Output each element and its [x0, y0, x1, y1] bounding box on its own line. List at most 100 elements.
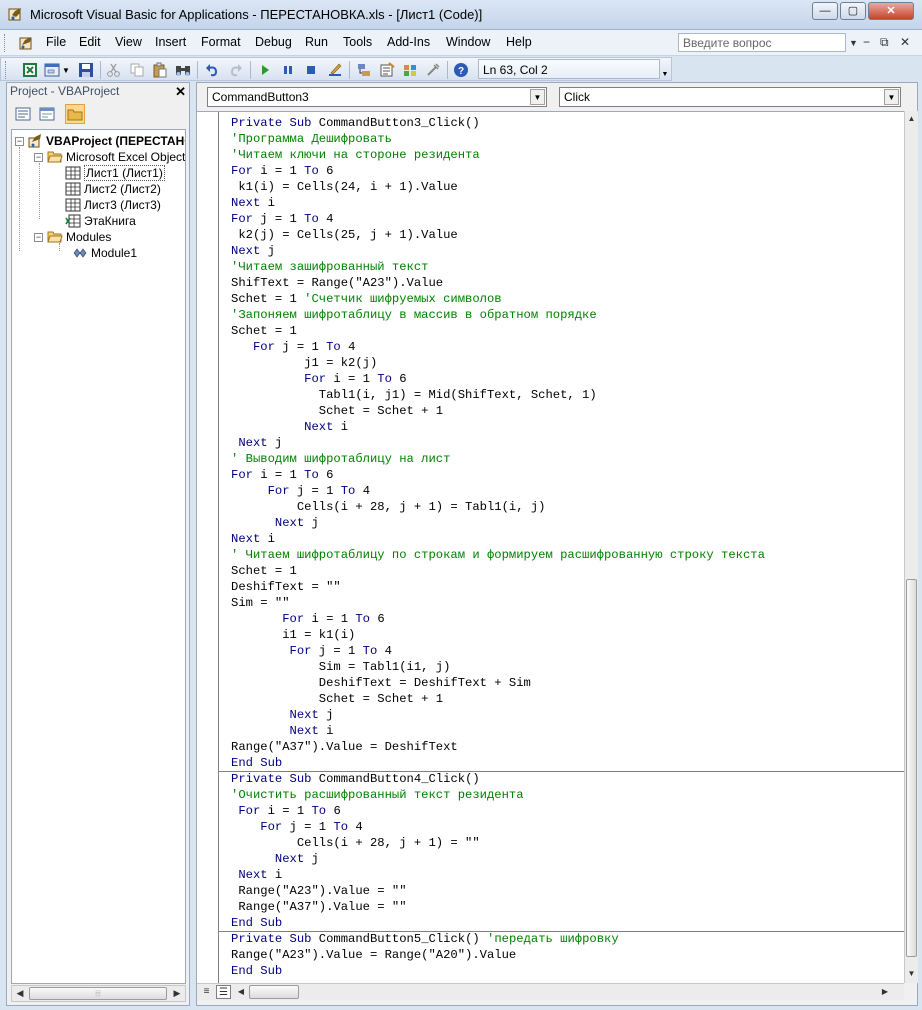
mdi-close-button[interactable]: ✕	[900, 35, 910, 49]
code-line[interactable]: Next i	[231, 195, 275, 211]
scroll-left-arrow[interactable]: ◀	[234, 985, 248, 999]
copy-icon[interactable]	[128, 61, 146, 79]
save-icon[interactable]	[77, 61, 95, 79]
code-line[interactable]: For i = 1 To 6	[231, 467, 333, 483]
code-line[interactable]: DeshifText = DeshifText + Sim	[231, 675, 531, 691]
tree-node-excel-objects[interactable]: Microsoft Excel Objects	[47, 149, 185, 165]
code-line[interactable]: End Sub	[231, 963, 282, 979]
minimize-button[interactable]: —	[812, 2, 838, 20]
code-line[interactable]: Next j	[231, 707, 334, 723]
code-line[interactable]: Schet = 1	[231, 563, 297, 579]
code-line[interactable]: For i = 1 To 6	[231, 371, 406, 387]
code-line[interactable]: Next i	[231, 867, 282, 883]
code-vertical-scrollbar[interactable]: ▲ ▼	[904, 111, 918, 983]
code-line[interactable]: Range("A37").Value = ""	[231, 899, 406, 915]
code-line[interactable]: End Sub	[231, 755, 282, 771]
menu-tools[interactable]: Tools	[343, 35, 372, 49]
insert-userform-icon[interactable]	[43, 61, 61, 79]
menu-view[interactable]: View	[115, 35, 142, 49]
code-line[interactable]: Next j	[231, 851, 319, 867]
code-line[interactable]: Schet = 1 'Счетчик шифруемых символов	[231, 291, 502, 307]
tree-node-sheet1[interactable]: Лист1 (Лист1)	[65, 165, 165, 181]
toggle-folders-icon[interactable]	[65, 104, 85, 124]
undo-icon[interactable]	[203, 61, 221, 79]
code-line[interactable]: Schet = Schet + 1	[231, 691, 443, 707]
menubar-grip[interactable]	[4, 34, 7, 52]
code-line[interactable]: Sim = ""	[231, 595, 290, 611]
code-line[interactable]: 'Читаем зашифрованный текст	[231, 259, 428, 275]
menu-addins[interactable]: Add-Ins	[387, 35, 430, 49]
ask-dropdown-arrow[interactable]: ▼	[849, 38, 858, 48]
toolbar-grip[interactable]	[5, 61, 8, 79]
code-line[interactable]: 'Читаем ключи на стороне резидента	[231, 147, 480, 163]
code-line[interactable]: Next j	[231, 515, 319, 531]
scroll-down-arrow[interactable]: ▼	[905, 967, 918, 981]
reset-icon[interactable]	[302, 61, 320, 79]
code-line[interactable]: Next j	[231, 435, 282, 451]
cut-icon[interactable]	[105, 61, 123, 79]
code-line[interactable]: Schet = Schet + 1	[231, 403, 443, 419]
tree-node-module1[interactable]: Module1	[72, 245, 137, 261]
code-line[interactable]: k2(j) = Cells(25, j + 1).Value	[231, 227, 457, 243]
vba-menu-icon[interactable]	[18, 35, 34, 54]
code-line[interactable]: Private Sub CommandButton3_Click()	[231, 115, 480, 131]
code-line[interactable]: For i = 1 To 6	[231, 803, 340, 819]
close-button[interactable]: ✕	[868, 2, 914, 20]
code-line[interactable]: Cells(i + 28, j + 1) = ""	[231, 835, 480, 851]
scroll-right-arrow[interactable]: ▶	[878, 985, 892, 999]
procedure-view-icon[interactable]: ≡	[199, 985, 214, 999]
code-line[interactable]: 'Запоняем шифротаблицу в массив в обратн…	[231, 307, 597, 323]
find-icon[interactable]	[174, 61, 192, 79]
code-line[interactable]: Cells(i + 28, j + 1) = Tabl1(i, j)	[231, 499, 546, 515]
code-line[interactable]: Next i	[231, 419, 348, 435]
code-line[interactable]: For j = 1 To 4	[231, 211, 333, 227]
toolbar-options-arrow[interactable]: ▼	[661, 60, 669, 78]
insert-dropdown-arrow[interactable]: ▼	[61, 61, 71, 79]
scroll-right-arrow[interactable]: ▶	[169, 986, 185, 1001]
menu-edit[interactable]: Edit	[79, 35, 101, 49]
full-module-view-icon[interactable]: ☰	[216, 985, 231, 999]
tree-node-sheet2[interactable]: Лист2 (Лист2)	[65, 181, 161, 197]
code-line[interactable]: DeshifText = ""	[231, 579, 341, 595]
excel-objects-collapse-toggle[interactable]: −	[34, 153, 43, 162]
code-editor[interactable]: Private Sub CommandButton3_Click() 'Прогр…	[197, 111, 904, 983]
mdi-restore-button[interactable]: ⧉	[880, 35, 889, 50]
menu-debug[interactable]: Debug	[255, 35, 292, 49]
scroll-thumb[interactable]	[906, 579, 917, 957]
project-explorer-icon[interactable]	[355, 61, 373, 79]
code-line[interactable]: ' Выводим шифротаблицу на лист	[231, 451, 450, 467]
code-line[interactable]: 'Очистить расшифрованный текст резидента	[231, 787, 524, 803]
menu-file[interactable]: File	[46, 35, 66, 49]
menu-insert[interactable]: Insert	[155, 35, 186, 49]
chevron-down-icon[interactable]: ▼	[884, 89, 899, 105]
tree-node-vbaproject[interactable]: VBAProject (ПЕРЕСТАНОВКА.xls)	[27, 133, 185, 149]
project-horizontal-scrollbar[interactable]: ◀ ⦙⦙⦙ ▶	[11, 985, 186, 1002]
code-line[interactable]: For j = 1 To 4	[231, 819, 362, 835]
code-line[interactable]: For j = 1 To 4	[231, 483, 370, 499]
tree-node-workbook[interactable]: ЭтаКнига	[65, 213, 136, 229]
code-line[interactable]: End Sub	[231, 915, 282, 931]
design-mode-icon[interactable]	[326, 61, 344, 79]
view-code-icon[interactable]	[13, 104, 33, 124]
code-line[interactable]: Schet = 1	[231, 323, 297, 339]
code-line[interactable]: Private Sub CommandButton4_Click()	[231, 771, 480, 787]
code-line[interactable]: Next i	[231, 723, 334, 739]
view-object-icon[interactable]	[37, 104, 57, 124]
help-icon[interactable]: ?	[452, 61, 470, 79]
code-line[interactable]: Range("A23").Value = ""	[231, 883, 406, 899]
code-line[interactable]: 'Программа Дешифровать	[231, 131, 392, 147]
menu-run[interactable]: Run	[305, 35, 328, 49]
object-browser-icon[interactable]	[401, 61, 419, 79]
code-line[interactable]: For i = 1 To 6	[231, 163, 333, 179]
code-line[interactable]: For i = 1 To 6	[231, 611, 384, 627]
code-line[interactable]: For j = 1 To 4	[231, 339, 355, 355]
code-line[interactable]: Next j	[231, 243, 275, 259]
code-line[interactable]: i1 = k1(i)	[231, 627, 355, 643]
code-line[interactable]: ShifText = Range("A23").Value	[231, 275, 443, 291]
menu-window[interactable]: Window	[446, 35, 490, 49]
tree-node-sheet3[interactable]: Лист3 (Лист3)	[65, 197, 161, 213]
code-line[interactable]: Next i	[231, 531, 275, 547]
redo-icon[interactable]	[227, 61, 245, 79]
code-line[interactable]: Tabl1(i, j1) = Mid(ShifText, Schet, 1)	[231, 387, 597, 403]
scroll-left-arrow[interactable]: ◀	[12, 986, 28, 1001]
